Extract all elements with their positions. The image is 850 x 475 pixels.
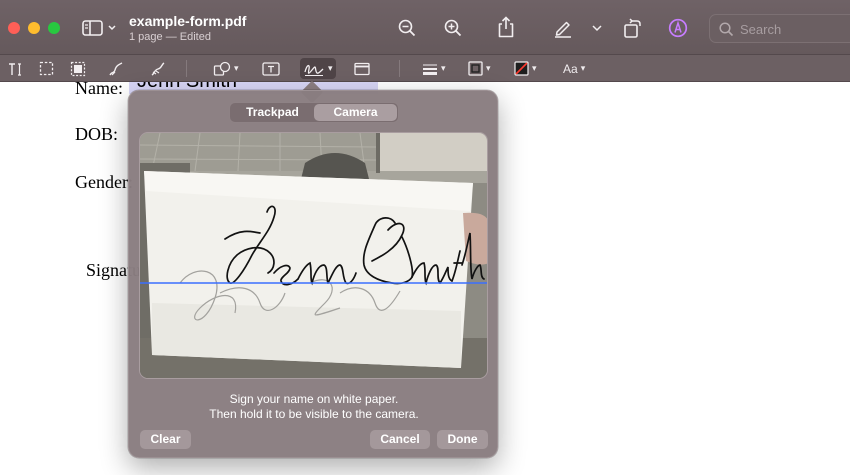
zoom-out-icon xyxy=(398,19,416,37)
tab-camera[interactable]: Camera xyxy=(314,104,397,121)
redact-icon xyxy=(70,61,86,76)
text-style-label: Aa xyxy=(563,61,578,76)
window-toolbar: example-form.pdf 1 page — Edited xyxy=(0,0,850,55)
toolbar-divider xyxy=(399,60,400,77)
shapes-icon xyxy=(213,61,231,76)
camera-feed-image xyxy=(140,133,487,378)
draw-tool[interactable] xyxy=(150,58,166,79)
chevron-down-icon: ▾ xyxy=(328,63,333,73)
markup-button[interactable] xyxy=(553,18,573,38)
redact-tool[interactable] xyxy=(70,58,86,79)
text-selection-tool[interactable] xyxy=(7,58,23,79)
search-field[interactable] xyxy=(709,14,850,43)
chevron-down-icon: ▾ xyxy=(486,63,491,73)
sketch-tool[interactable] xyxy=(108,58,124,79)
share-icon xyxy=(498,16,514,38)
text-style-button[interactable]: Aa ▾ xyxy=(563,58,585,79)
signature-source-segmented-control: Trackpad Camera xyxy=(229,102,399,123)
minimize-window-button[interactable] xyxy=(28,22,40,34)
chevron-down-icon: ▾ xyxy=(532,63,537,73)
clear-button[interactable]: Clear xyxy=(140,430,191,449)
document-subtitle: 1 page — Edited xyxy=(129,31,211,43)
shapes-tool[interactable]: ▾ xyxy=(213,58,239,79)
border-color-icon xyxy=(468,61,483,76)
annotate-circle-icon xyxy=(668,18,688,38)
done-button[interactable]: Done xyxy=(437,430,488,449)
zoom-out-button[interactable] xyxy=(398,19,416,37)
zoom-in-icon xyxy=(444,19,462,37)
rotate-icon xyxy=(624,18,641,38)
name-label: Name: xyxy=(75,78,123,98)
sidebar-icon xyxy=(82,20,116,36)
dob-label: DOB: xyxy=(75,124,119,144)
fill-color-icon xyxy=(514,61,529,76)
search-icon xyxy=(719,22,734,37)
camera-preview xyxy=(139,132,488,379)
instruction-line-2: Then hold it to be visible to the camera… xyxy=(209,407,419,421)
dashed-rectangle-icon xyxy=(39,61,54,76)
chevron-down-icon: ▾ xyxy=(580,63,586,73)
chevron-down-icon: ▾ xyxy=(234,63,239,73)
shape-style-button[interactable]: ▾ xyxy=(422,58,446,79)
text-cursor-icon xyxy=(9,62,21,76)
close-window-button[interactable] xyxy=(8,22,20,34)
document-title: example-form.pdf xyxy=(129,13,247,29)
markup-menu-button[interactable] xyxy=(592,24,602,32)
annotate-button[interactable] xyxy=(668,18,688,38)
chevron-down-icon xyxy=(592,25,602,32)
rectangular-selection-tool[interactable] xyxy=(39,58,54,79)
border-color-button[interactable]: ▾ xyxy=(468,58,491,79)
pen-icon xyxy=(555,21,571,38)
rotate-button[interactable] xyxy=(623,17,643,39)
sketch-icon xyxy=(109,61,123,75)
toolbar-divider xyxy=(186,60,187,77)
markup-toolbar: ▾ ▾ ▾ ▾ ▾ Aa ▾ xyxy=(0,55,850,82)
text-box-tool[interactable] xyxy=(262,58,280,79)
zoom-in-button[interactable] xyxy=(444,19,462,37)
share-button[interactable] xyxy=(497,16,515,38)
text-box-icon xyxy=(262,61,280,76)
signature-capture-popover: Trackpad Camera Sign your name on white … xyxy=(128,90,498,458)
note-window-icon xyxy=(354,62,370,75)
cancel-button[interactable]: Cancel xyxy=(370,430,430,449)
draw-icon xyxy=(151,61,165,76)
zoom-window-button[interactable] xyxy=(48,22,60,34)
instruction-line-1: Sign your name on white paper. xyxy=(229,392,399,406)
fill-color-button[interactable]: ▾ xyxy=(514,58,537,79)
tab-trackpad[interactable]: Trackpad xyxy=(231,104,314,121)
chevron-down-icon: ▾ xyxy=(441,63,446,73)
search-input[interactable] xyxy=(740,20,850,38)
signature-tool[interactable]: ▾ xyxy=(300,58,336,79)
sidebar-toggle-button[interactable] xyxy=(82,19,118,37)
note-tool[interactable] xyxy=(354,58,370,79)
gender-label: Gender: xyxy=(75,172,133,192)
line-style-icon xyxy=(423,64,437,75)
signature-icon xyxy=(304,64,324,76)
